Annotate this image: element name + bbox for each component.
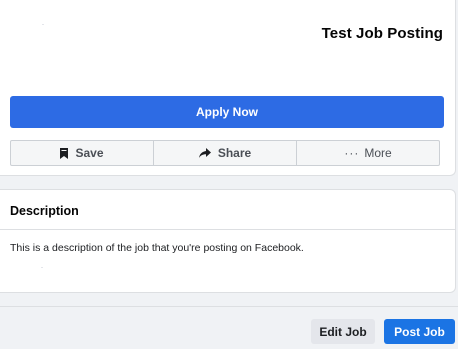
description-card: Description This is a description of the… (0, 189, 456, 293)
post-job-button[interactable]: Post Job (384, 319, 455, 344)
job-post-card: Test Job Posting Apply Now Save Share ··… (0, 0, 456, 176)
share-button[interactable]: Share (154, 141, 297, 165)
divider (0, 229, 455, 230)
save-button[interactable]: Save (11, 141, 154, 165)
placeholder-mark (41, 267, 43, 268)
share-arrow-icon (198, 148, 211, 158)
job-title: Test Job Posting (321, 25, 443, 42)
save-label: Save (75, 146, 104, 160)
footer-divider (0, 306, 458, 307)
edit-job-button[interactable]: Edit Job (311, 319, 375, 344)
more-label: More (364, 146, 392, 160)
more-button[interactable]: ··· More (297, 141, 439, 165)
apply-now-button[interactable]: Apply Now (10, 96, 444, 128)
job-actions-bar: Save Share ··· More (10, 140, 440, 166)
ellipsis-icon: ··· (344, 146, 360, 160)
image-placeholder (42, 24, 44, 25)
description-text: This is a description of the job that yo… (10, 242, 304, 254)
description-heading: Description (10, 204, 79, 218)
bookmark-icon (60, 147, 69, 159)
share-label: Share (217, 146, 252, 160)
